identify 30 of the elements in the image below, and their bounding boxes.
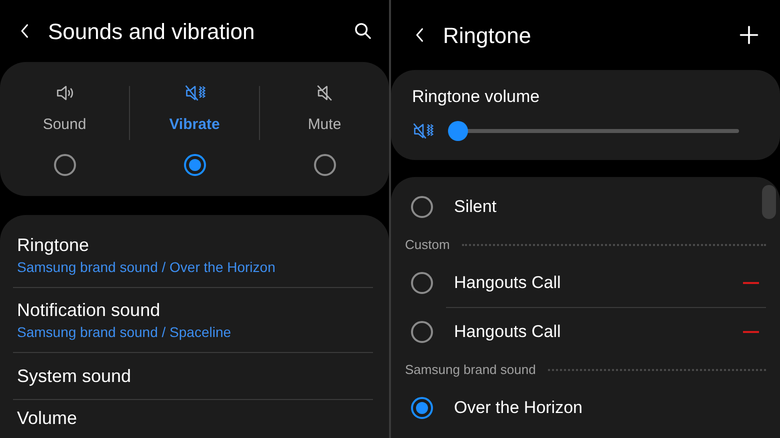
- section-header: Custom: [405, 236, 450, 254]
- mode-label: Sound: [42, 114, 86, 135]
- radio-button[interactable]: [411, 397, 433, 419]
- setting-title[interactable]: Notification sound: [17, 298, 372, 322]
- plus-icon[interactable]: [738, 24, 760, 46]
- volume-label: Ringtone volume: [412, 86, 541, 108]
- radio-button[interactable]: [54, 154, 76, 176]
- ringtone-name[interactable]: Over the Horizon: [454, 395, 762, 421]
- radio-button[interactable]: [411, 272, 433, 294]
- setting-title[interactable]: System sound: [17, 364, 372, 388]
- mode-label: Vibrate: [169, 114, 220, 135]
- radio-button[interactable]: [411, 321, 433, 343]
- setting-title[interactable]: Ringtone: [17, 233, 372, 257]
- setting-value: Samsung brand sound / Spaceline: [17, 323, 232, 342]
- scrollbar-handle[interactable]: [762, 185, 776, 219]
- ringtone-name[interactable]: Silent: [454, 194, 762, 220]
- slider-track[interactable]: [448, 120, 739, 140]
- section-header: Samsung brand sound: [405, 361, 536, 380]
- setting-title[interactable]: Volume: [17, 406, 372, 430]
- radio-button[interactable]: [184, 154, 206, 176]
- mode-label: Mute: [308, 114, 342, 135]
- radio-button[interactable]: [314, 154, 336, 176]
- setting-value: Samsung brand sound / Over the Horizon: [17, 258, 276, 277]
- screen-title: Ringtone: [443, 22, 532, 50]
- ringtone-name[interactable]: Hangouts Call: [454, 319, 743, 345]
- ringtone-name[interactable]: Hangouts Call: [454, 270, 743, 296]
- slider-thumb[interactable]: [448, 120, 468, 140]
- search-icon[interactable]: [353, 21, 373, 41]
- radio-button[interactable]: [411, 196, 433, 218]
- screen-title: Sounds and vibration: [48, 18, 256, 46]
